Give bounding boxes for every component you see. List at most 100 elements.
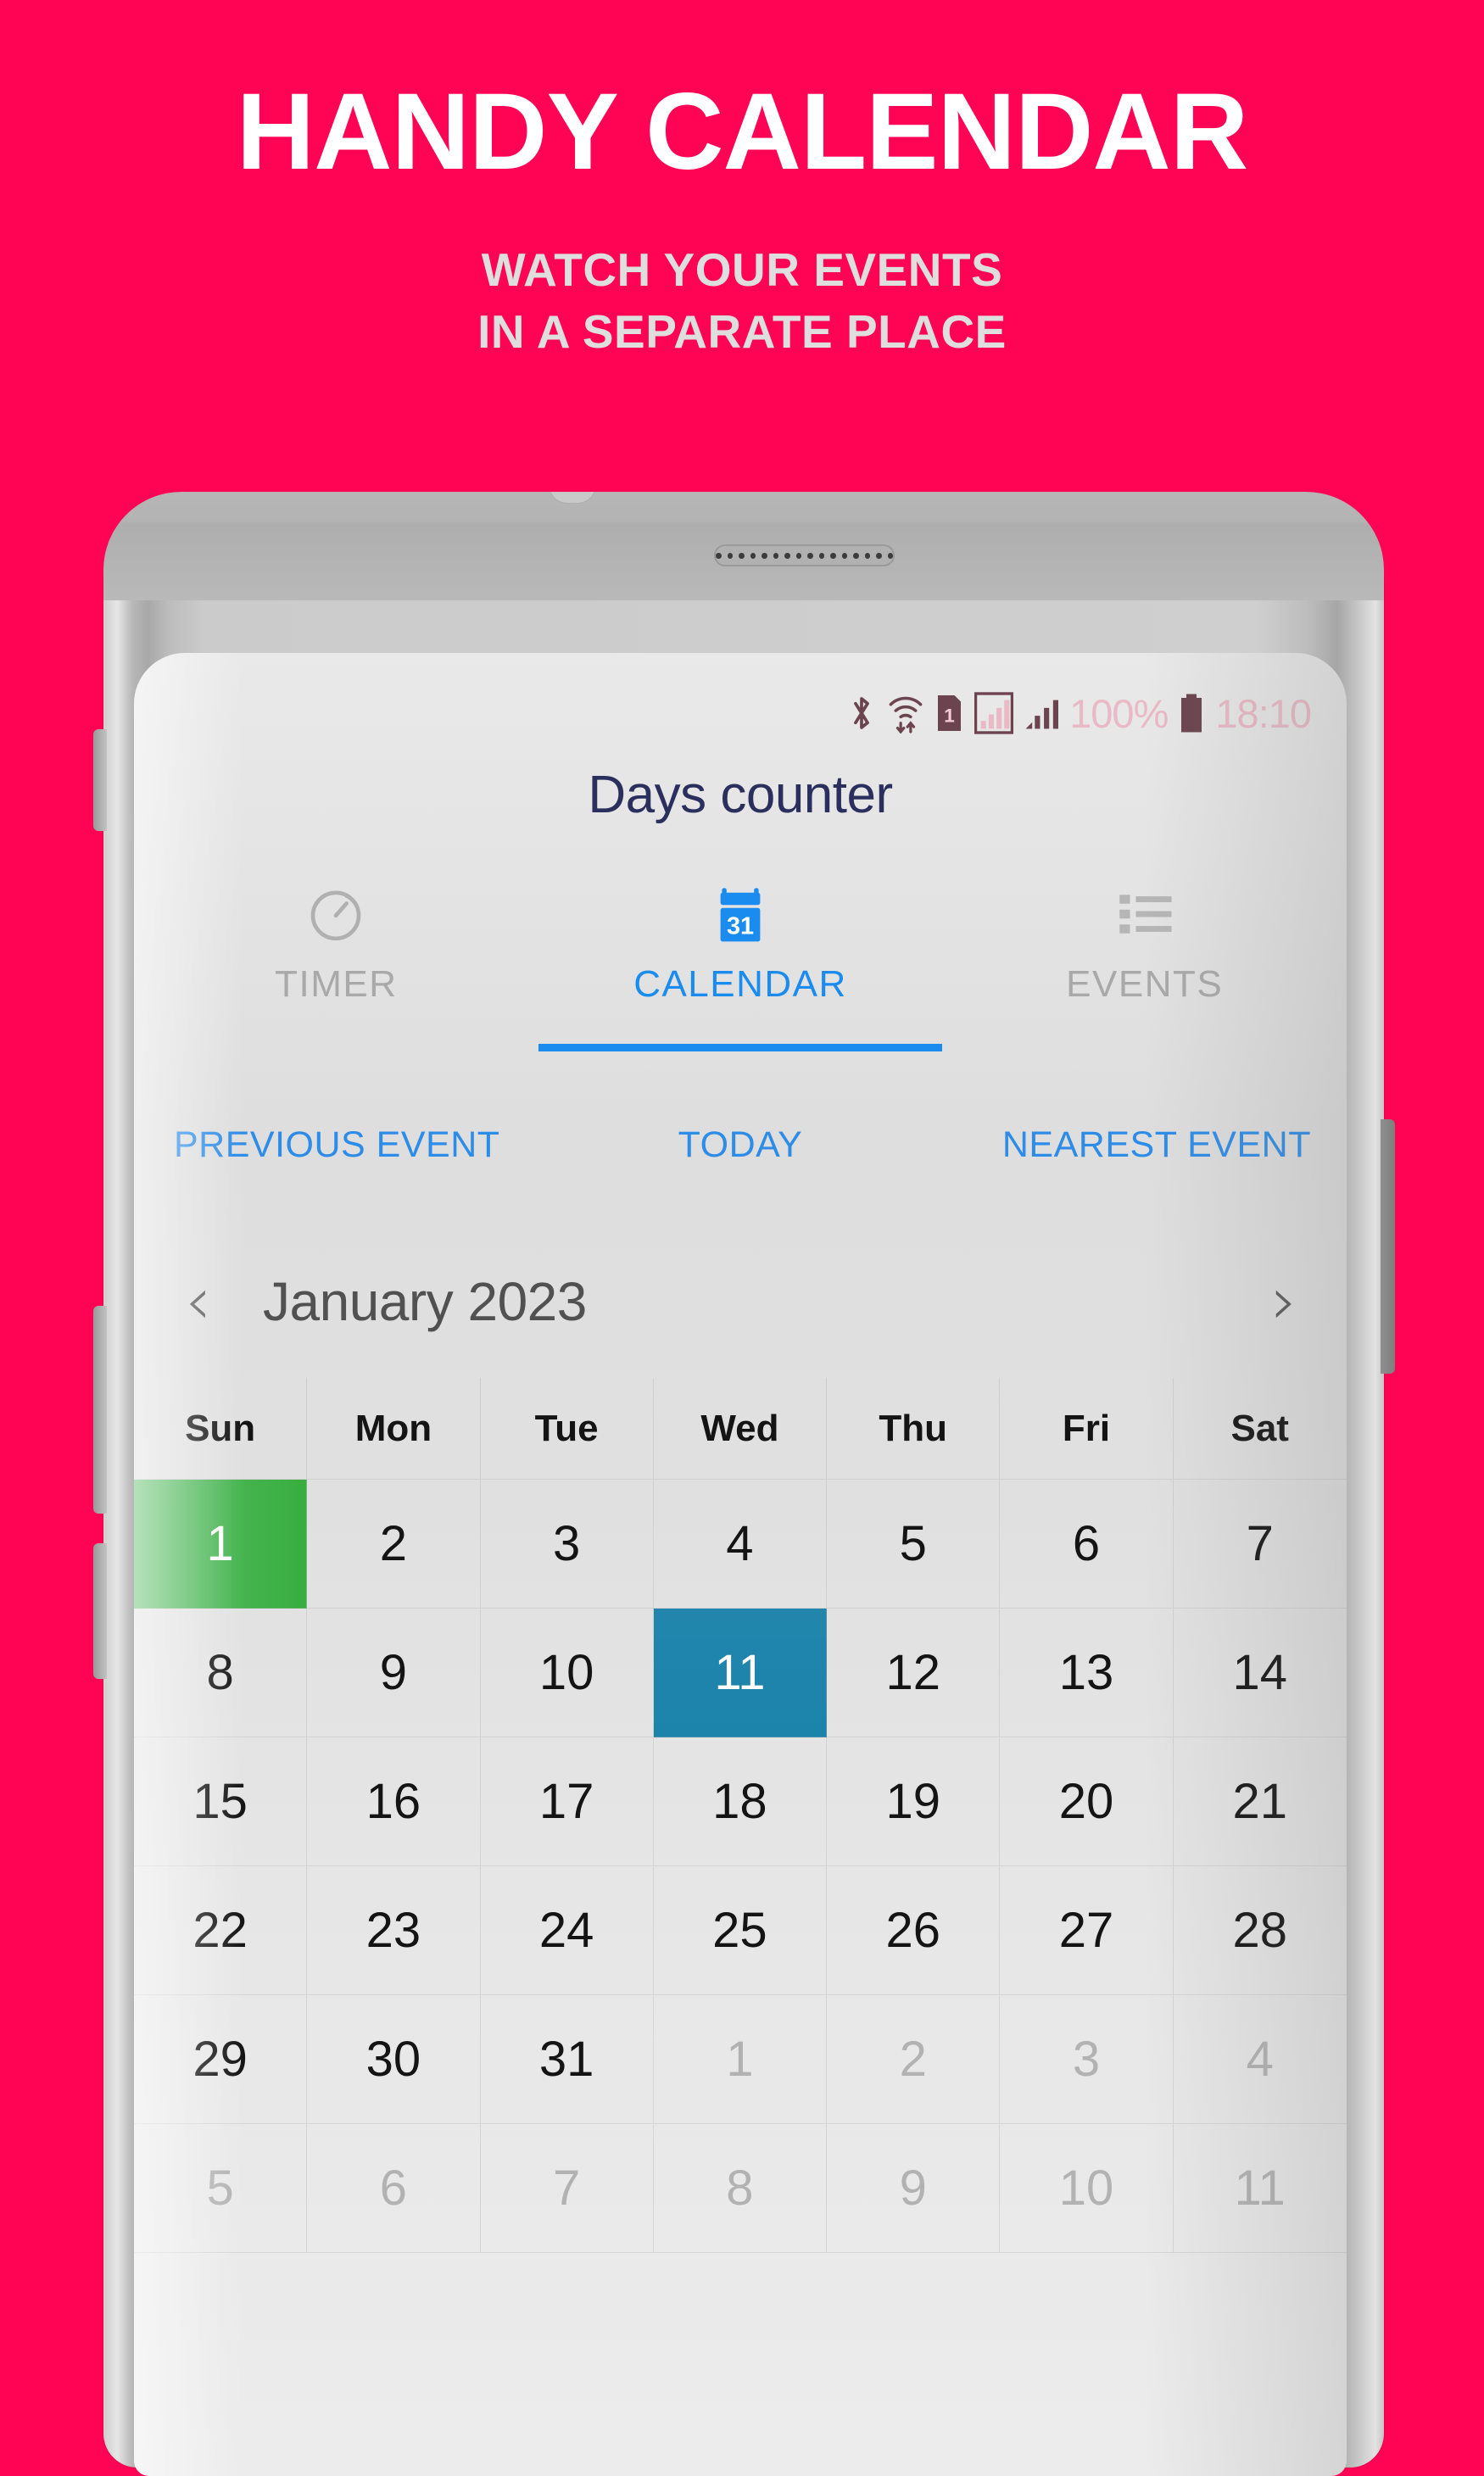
calendar-week-row: 15 16 17 18 19 20 21: [134, 1737, 1347, 1866]
calendar-week-row: 8 9 10 11 12 13 14: [134, 1609, 1347, 1737]
quick-action-bar: PREVIOUS EVENT TODAY NEAREST EVENT: [134, 1094, 1347, 1196]
calendar-day-cell[interactable]: 6: [307, 2124, 481, 2253]
calendar-day-cell[interactable]: 10: [1000, 2124, 1174, 2253]
bluetooth-icon: [847, 691, 876, 735]
calendar-week-row: 5 6 7 8 9 10 11: [134, 2124, 1347, 2253]
calendar-weekday-thu: Thu: [827, 1378, 1001, 1480]
calendar-day-cell[interactable]: 11: [653, 1609, 828, 1737]
calendar-day-cell[interactable]: 7: [480, 2124, 654, 2253]
calendar-day-cell[interactable]: 25: [653, 1866, 828, 1995]
calendar-day-cell[interactable]: 5: [134, 2124, 308, 2253]
calendar-day-cell[interactable]: 24: [480, 1866, 654, 1995]
promo-subtitle-line1: WATCH YOUR EVENTS: [481, 243, 1003, 296]
tab-timer-label: TIMER: [275, 963, 398, 1005]
promo-subtitle: WATCH YOUR EVENTS IN A SEPARATE PLACE: [0, 239, 1484, 363]
svg-text:31: 31: [727, 912, 754, 940]
promo-title: HANDY CALENDAR: [236, 71, 1249, 192]
sim-card-icon: 1: [935, 693, 963, 733]
phone-screen: 1 100% 18:10 Days counter TIMER 31 CALEN…: [134, 653, 1347, 2476]
calendar-day-cell[interactable]: 12: [827, 1609, 1001, 1737]
calendar-day-cell[interactable]: 10: [480, 1609, 654, 1737]
clock-label: 18:10: [1215, 690, 1312, 736]
calendar-grid: Sun Mon Tue Wed Thu Fri Sat 1 2 3 4 5 6 7 8 9 10 11 12 13 1…: [134, 1378, 1347, 2253]
phone-mockup: 1 100% 18:10 Days counter TIMER 31 CALEN…: [93, 492, 1395, 2476]
calendar-day-cell[interactable]: 17: [480, 1737, 654, 1866]
calendar-day-cell[interactable]: 4: [653, 1480, 828, 1609]
tab-events[interactable]: EVENTS: [942, 873, 1347, 1051]
calendar-day-cell[interactable]: 29: [134, 1995, 308, 2124]
calendar-day-cell[interactable]: 1: [134, 1480, 308, 1609]
signal-bars-secondary-icon: [1024, 692, 1059, 734]
calendar-day-cell[interactable]: 9: [307, 1609, 481, 1737]
earpiece-speaker-grille: [714, 544, 895, 566]
calendar-day-cell[interactable]: 5: [827, 1480, 1001, 1609]
month-navigation: ‹ January 2023 ›: [134, 1238, 1347, 1365]
calendar-day-cell[interactable]: 1: [653, 1995, 828, 2124]
calendar-day-cell[interactable]: 11: [1173, 2124, 1347, 2253]
status-bar: 1 100% 18:10: [847, 689, 1312, 738]
calendar-day-cell[interactable]: 20: [1000, 1737, 1174, 1866]
app-title: Days counter: [588, 766, 893, 824]
calendar-day-cell[interactable]: 15: [134, 1737, 308, 1866]
calendar-day-cell[interactable]: 21: [1173, 1737, 1347, 1866]
tab-events-label: EVENTS: [1066, 963, 1224, 1005]
calendar-weekday-wed: Wed: [653, 1378, 828, 1480]
wifi-icon: [887, 691, 924, 735]
promo-header: HANDY CALENDAR WATCH YOUR EVENTS IN A SE…: [0, 0, 1484, 475]
calendar-weekday-header: Sun Mon Tue Wed Thu Fri Sat: [134, 1378, 1347, 1480]
phone-top-bezel: [103, 492, 1384, 600]
calendar-weekday-sun: Sun: [134, 1378, 308, 1480]
front-camera-icon: [549, 492, 596, 504]
tab-bar: TIMER 31 CALENDAR EVENTS: [134, 873, 1347, 1051]
calendar-week-row: 29 30 31 1 2 3 4: [134, 1995, 1347, 2124]
calendar-day-cell[interactable]: 27: [1000, 1866, 1174, 1995]
phone-button-volume-down[interactable]: [93, 1543, 107, 1679]
calendar-day-cell[interactable]: 31: [480, 1995, 654, 2124]
tab-active-indicator: [538, 1044, 943, 1051]
calendar-day-cell[interactable]: 3: [1000, 1995, 1174, 2124]
calendar-day-cell[interactable]: 28: [1173, 1866, 1347, 1995]
calendar-day-cell[interactable]: 8: [134, 1609, 308, 1737]
calendar-weeks: 1 2 3 4 5 6 7 8 9 10 11 12 13 14 15 16 17 18 19 20 21 22 23 24 2…: [134, 1480, 1347, 2253]
calendar-31-icon: 31: [710, 884, 771, 945]
promo-subtitle-line2: IN A SEPARATE PLACE: [477, 305, 1007, 359]
phone-button-power[interactable]: [1381, 1119, 1395, 1374]
calendar-day-cell[interactable]: 4: [1173, 1995, 1347, 2124]
calendar-day-cell[interactable]: 16: [307, 1737, 481, 1866]
calendar-week-row: 1234567: [134, 1480, 1347, 1609]
calendar-day-cell[interactable]: 13: [1000, 1609, 1174, 1737]
calendar-day-cell[interactable]: 23: [307, 1866, 481, 1995]
nearest-event-button[interactable]: NEAREST EVENT: [1002, 1124, 1311, 1166]
calendar-weekday-fri: Fri: [1000, 1378, 1174, 1480]
phone-button-volume-up[interactable]: [93, 1306, 107, 1514]
timer-icon: [305, 884, 366, 945]
calendar-weekday-mon: Mon: [307, 1378, 481, 1480]
calendar-day-cell[interactable]: 9: [827, 2124, 1001, 2253]
signal-bars-icon: [974, 692, 1014, 734]
phone-button-left-top[interactable]: [93, 729, 107, 831]
calendar-day-cell[interactable]: 6: [1000, 1480, 1174, 1609]
tab-calendar-label: CALENDAR: [633, 963, 847, 1005]
calendar-week-row: 22 23 24 25 26 27 28: [134, 1866, 1347, 1995]
calendar-day-cell[interactable]: 26: [827, 1866, 1001, 1995]
calendar-day-cell[interactable]: 18: [653, 1737, 828, 1866]
battery-full-icon: [1179, 692, 1204, 734]
calendar-day-cell[interactable]: 2: [827, 1995, 1001, 2124]
calendar-weekday-tue: Tue: [480, 1378, 654, 1480]
calendar-day-cell[interactable]: 14: [1173, 1609, 1347, 1737]
calendar-day-cell[interactable]: 8: [653, 2124, 828, 2253]
month-label: January 2023: [263, 1271, 587, 1332]
list-icon: [1115, 884, 1174, 945]
calendar-day-cell[interactable]: 19: [827, 1737, 1001, 1866]
battery-percent-label: 100%: [1069, 690, 1169, 736]
calendar-day-cell[interactable]: 7: [1173, 1480, 1347, 1609]
svg-text:1: 1: [944, 705, 955, 727]
calendar-day-cell[interactable]: 2: [307, 1480, 481, 1609]
tab-timer[interactable]: TIMER: [134, 873, 538, 1051]
calendar-day-cell[interactable]: 3: [480, 1480, 654, 1609]
chevron-right-icon[interactable]: ›: [1271, 1269, 1297, 1335]
tab-calendar[interactable]: 31 CALENDAR: [538, 873, 943, 1051]
calendar-day-cell[interactable]: 30: [307, 1995, 481, 2124]
calendar-day-cell[interactable]: 22: [134, 1866, 308, 1995]
chevron-left-icon[interactable]: ‹: [185, 1269, 211, 1335]
